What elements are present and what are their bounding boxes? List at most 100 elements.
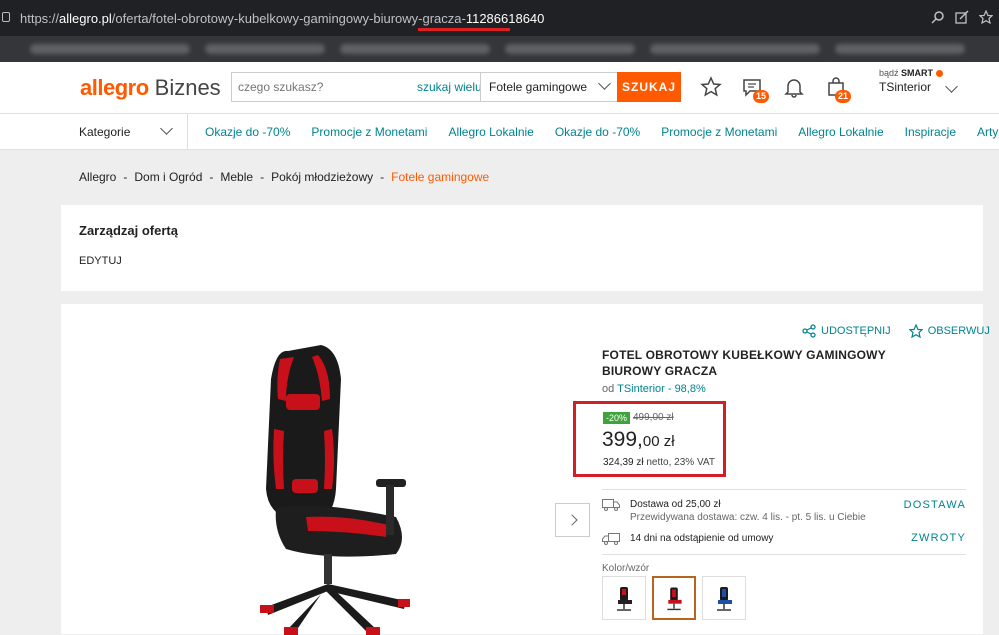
returns-link[interactable]: ZWROTY xyxy=(911,532,966,544)
allegro-biznes-logo[interactable]: allegro Biznes xyxy=(80,75,221,101)
price-cents: 00 zł xyxy=(642,433,675,450)
nav-link[interactable]: Okazje do -70% xyxy=(555,125,640,139)
share-icon xyxy=(802,324,816,338)
categories-label: Kategorie xyxy=(79,125,131,139)
nav-link[interactable]: Allegro Lokalnie xyxy=(798,125,883,139)
old-price: 499,00 zł xyxy=(633,412,674,423)
breadcrumb-separator: - xyxy=(260,170,265,184)
divider xyxy=(602,489,966,490)
chair-thumbnail-icon xyxy=(717,587,732,611)
return-truck-icon xyxy=(602,533,620,545)
bookmarks-bar xyxy=(0,36,999,62)
manage-offer-card: Zarządzaj ofertą EDYTUJ xyxy=(61,205,983,291)
site-header: allegroBiznes szukaj wielu Fotele gaming… xyxy=(0,62,999,114)
browser-address-bar: https://allegro.pl/oferta/fotel-obrotowy… xyxy=(0,0,999,36)
smart-brand: SMART xyxy=(901,68,934,78)
color-option-blue[interactable] xyxy=(702,576,746,620)
chevron-down-icon xyxy=(598,77,611,90)
logo-main: allegro xyxy=(80,75,149,100)
price-highlight-box: -20% 499,00 zł 399,00 zł 324,39 zł netto… xyxy=(573,401,726,477)
search-button[interactable]: SZUKAJ xyxy=(617,72,681,102)
nav-link[interactable]: Okazje do -70% xyxy=(205,125,290,139)
smart-label: bądź SMART xyxy=(879,68,943,78)
lock-icon xyxy=(2,12,10,22)
nav-link[interactable]: Promocje z Monetami xyxy=(311,125,427,139)
nav-link[interactable]: Artykuły xyxy=(977,125,999,139)
watch-button[interactable]: OBSERWUJ xyxy=(908,324,990,338)
seller-link[interactable]: TSinterior - 98,8% xyxy=(617,383,706,395)
netto-price: 324,39 zł netto, 23% VAT xyxy=(603,457,715,468)
nav-link[interactable]: Inspiracje xyxy=(905,125,956,139)
chair-thumbnail-icon xyxy=(667,587,682,611)
share-label: UDOSTĘPNIJ xyxy=(821,325,891,337)
breadcrumb-separator: - xyxy=(209,170,214,184)
divider xyxy=(602,554,966,555)
category-nav: Kategorie Okazje do -70% Promocje z Mone… xyxy=(0,114,999,150)
delivery-estimate: Przewidywana dostawa: czw. 4 lis. - pt. … xyxy=(630,512,866,523)
edit-button[interactable]: EDYTUJ xyxy=(79,255,122,267)
price-main: 399, xyxy=(602,428,643,451)
product-title: FOTEL OBROTOWY KUBEŁKOWY GAMINGOWY BIURO… xyxy=(602,348,886,378)
color-label: Kolor/wzór xyxy=(602,563,650,574)
url-offer-id: 11286618640 xyxy=(465,11,545,26)
chevron-right-icon xyxy=(566,514,578,526)
nav-link[interactable]: Allegro Lokalnie xyxy=(448,125,533,139)
returns-text: 14 dni na odstąpienie od umowy xyxy=(630,533,774,544)
breadcrumb-separator: - xyxy=(123,170,128,184)
cart-button[interactable]: 21 xyxy=(825,76,852,103)
zoom-icon[interactable] xyxy=(931,10,945,24)
seller-info: od TSinterior - 98,8% xyxy=(602,383,706,395)
nav-link[interactable]: Promocje z Monetami xyxy=(661,125,777,139)
chair-thumbnail-icon xyxy=(617,587,632,611)
netto-value: 324,39 zł xyxy=(603,457,644,468)
edit-icon[interactable] xyxy=(955,10,969,24)
bell-icon[interactable] xyxy=(783,76,805,98)
manage-offer-title: Zarządzaj ofertą xyxy=(79,223,178,238)
color-option-red[interactable] xyxy=(602,576,646,620)
user-menu[interactable]: bądź SMART TSinterior xyxy=(879,68,958,94)
chevron-down-icon xyxy=(160,122,173,135)
bookmark-star-icon[interactable] xyxy=(979,10,993,24)
watch-label: OBSERWUJ xyxy=(927,325,990,337)
search-bar: szukaj wielu Fotele gamingowe SZUKAJ xyxy=(231,72,681,102)
url-path: /oferta/fotel-obrotowy-kubelkowy-gamingo… xyxy=(111,11,466,26)
gallery-next-button[interactable] xyxy=(555,503,590,537)
categories-dropdown[interactable]: Kategorie xyxy=(61,114,188,150)
delivery-link[interactable]: DOSTAWA xyxy=(904,499,966,511)
url-field[interactable]: https://allegro.pl/oferta/fotel-obrotowy… xyxy=(20,11,544,26)
nav-links: Okazje do -70% Promocje z Monetami Alleg… xyxy=(205,125,999,139)
username: TSinterior xyxy=(879,80,932,94)
smart-prefix: bądź xyxy=(879,68,899,78)
breadcrumb-item[interactable]: Pokój młodzieżowy xyxy=(271,170,373,184)
truck-icon xyxy=(602,499,620,511)
breadcrumb-separator: - xyxy=(380,170,385,184)
smart-icon xyxy=(935,70,943,78)
url-prefix: https:// xyxy=(20,11,60,26)
star-icon xyxy=(908,324,923,338)
search-category-select[interactable]: Fotele gamingowe xyxy=(480,73,617,101)
chevron-down-icon xyxy=(945,80,958,93)
breadcrumb-current[interactable]: Fotele gamingowe xyxy=(391,170,489,184)
current-price: 399,00 zł xyxy=(602,428,675,452)
breadcrumb-item[interactable]: Dom i Ogród xyxy=(134,170,202,184)
delivery-cost: Dostawa od 25,00 zł xyxy=(630,499,721,510)
discount-badge: -20% xyxy=(603,412,631,424)
cart-count-badge: 21 xyxy=(835,90,852,103)
breadcrumb-item[interactable]: Meble xyxy=(220,170,253,184)
url-host: allegro.pl xyxy=(59,11,112,26)
url-highlight-underline xyxy=(418,28,510,31)
messages-button[interactable]: 15 xyxy=(741,76,770,103)
netto-suffix: netto, 23% VAT xyxy=(643,457,715,468)
logo-sub: Biznes xyxy=(154,75,221,100)
product-actions: UDOSTĘPNIJ OBSERWUJ xyxy=(802,324,990,338)
search-category-value: Fotele gamingowe xyxy=(489,80,588,94)
product-image[interactable] xyxy=(246,339,446,635)
color-option-red-selected[interactable] xyxy=(652,576,696,620)
seller-prefix: od xyxy=(602,383,615,395)
breadcrumb: Allegro - Dom i Ogród - Meble - Pokój młodzież… xyxy=(79,170,489,184)
search-many-link[interactable]: szukaj wielu xyxy=(417,80,482,94)
breadcrumb-item[interactable]: Allegro xyxy=(79,170,116,184)
messages-count-badge: 15 xyxy=(753,90,770,103)
star-icon[interactable] xyxy=(700,76,722,98)
share-button[interactable]: UDOSTĘPNIJ xyxy=(802,324,891,338)
